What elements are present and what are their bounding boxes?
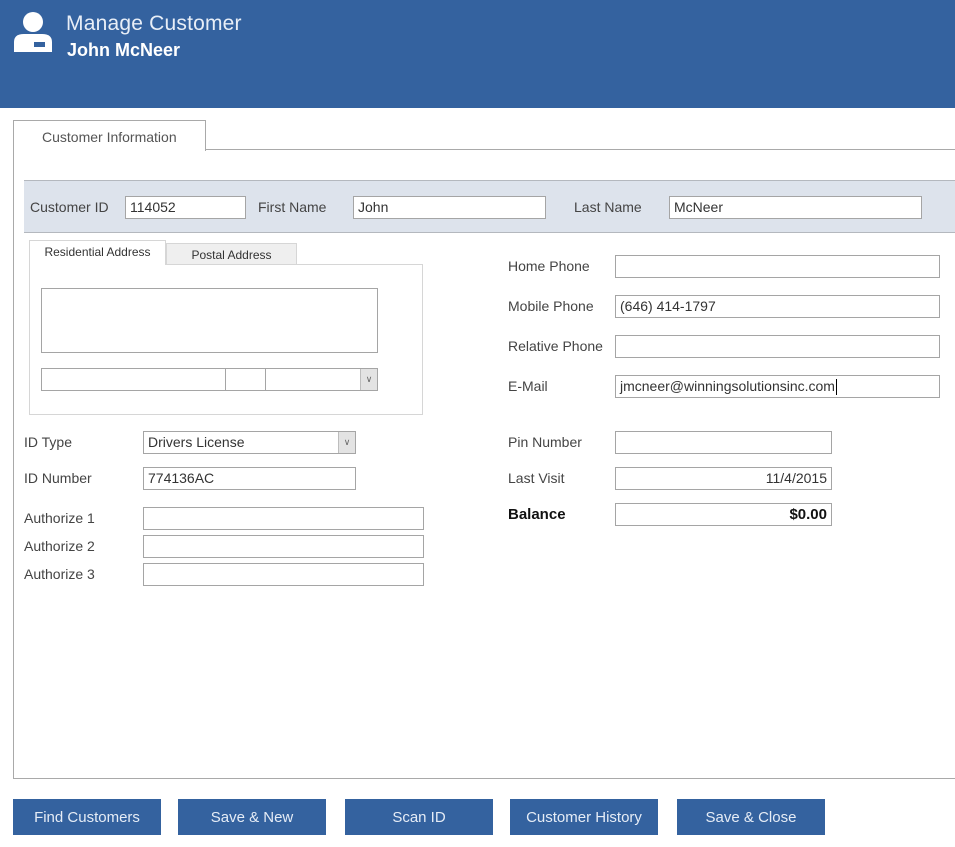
balance-field: $0.00 [615, 503, 832, 526]
last-visit-label: Last Visit [508, 470, 565, 486]
mobile-phone-input[interactable]: (646) 414-1797 [615, 295, 940, 318]
authorize-2-input[interactable] [143, 535, 424, 558]
last-name-label: Last Name [574, 199, 642, 215]
authorize-3-input[interactable] [143, 563, 424, 586]
mobile-phone-label: Mobile Phone [508, 298, 594, 314]
authorize-1-label: Authorize 1 [24, 510, 95, 526]
id-number-input[interactable]: 774136AC [143, 467, 356, 490]
text-cursor [835, 379, 837, 396]
id-type-dropdown[interactable]: Drivers License ∨ [143, 431, 356, 454]
save-close-button[interactable]: Save & Close [677, 799, 825, 835]
tab-customer-information[interactable]: Customer Information [13, 120, 206, 151]
home-phone-label: Home Phone [508, 258, 590, 274]
zip-dropdown[interactable]: ∨ [265, 368, 378, 391]
tab-postal-address[interactable]: Postal Address [166, 243, 297, 265]
email-input[interactable]: jmcneer@winningsolutionsinc.com [615, 375, 940, 398]
authorize-1-input[interactable] [143, 507, 424, 530]
relative-phone-input[interactable] [615, 335, 940, 358]
balance-label: Balance [508, 506, 566, 523]
tab-residential-address[interactable]: Residential Address [29, 240, 166, 265]
id-type-value: Drivers License [148, 434, 245, 450]
customer-name-subtitle: John McNeer [67, 40, 181, 60]
last-name-input[interactable]: McNeer [669, 196, 922, 219]
find-customers-button[interactable]: Find Customers [13, 799, 161, 835]
last-visit-field: 11/4/2015 [615, 467, 832, 490]
email-label: E-Mail [508, 378, 548, 394]
city-input[interactable] [41, 368, 226, 391]
user-icon [14, 12, 52, 52]
first-name-input[interactable]: John [353, 196, 546, 219]
state-input[interactable] [225, 368, 266, 391]
customer-id-label: Customer ID [30, 199, 109, 215]
email-value: jmcneer@winningsolutionsinc.com [620, 378, 835, 394]
home-phone-input[interactable] [615, 255, 940, 278]
scan-id-button[interactable]: Scan ID [345, 799, 493, 835]
customer-id-input[interactable]: 114052 [125, 196, 246, 219]
first-name-label: First Name [258, 199, 327, 215]
pin-number-input[interactable] [615, 431, 832, 454]
street-address-input[interactable] [41, 288, 378, 353]
relative-phone-label: Relative Phone [508, 338, 603, 354]
header-bar: Manage Customer John McNeer [0, 0, 955, 108]
id-number-label: ID Number [24, 470, 92, 486]
pin-number-label: Pin Number [508, 434, 582, 450]
page-title: Manage Customer [66, 12, 242, 35]
authorize-2-label: Authorize 2 [24, 538, 95, 554]
authorize-3-label: Authorize 3 [24, 566, 95, 582]
save-new-button[interactable]: Save & New [178, 799, 326, 835]
customer-history-button[interactable]: Customer History [510, 799, 658, 835]
chevron-down-icon[interactable]: ∨ [360, 369, 377, 390]
chevron-down-icon[interactable]: ∨ [338, 432, 355, 453]
id-type-label: ID Type [24, 434, 72, 450]
